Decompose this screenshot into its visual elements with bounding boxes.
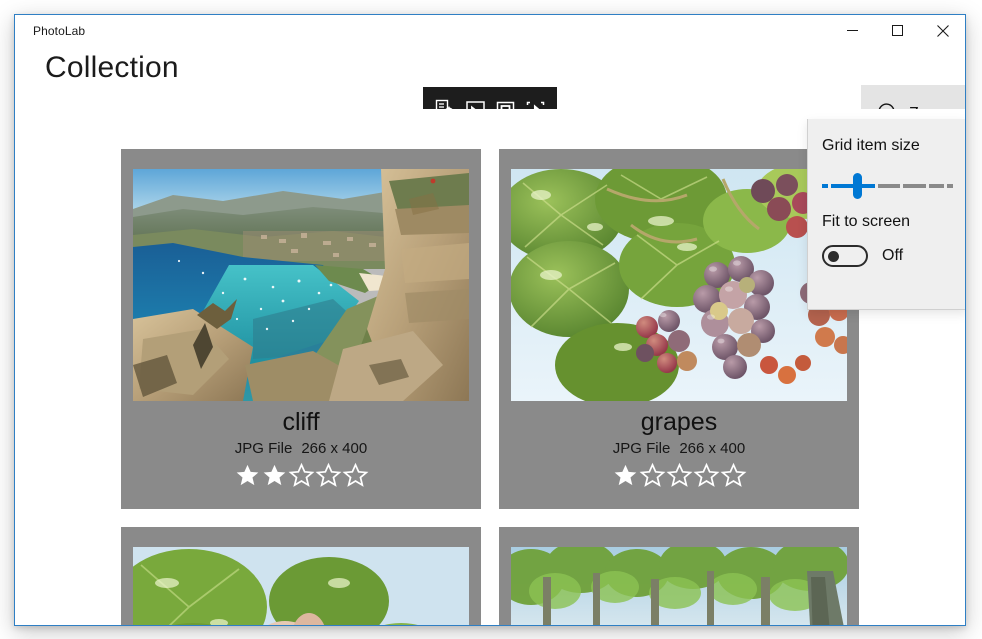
gallery-card-fourth[interactable] bbox=[499, 527, 859, 625]
cliff-coastline-photo bbox=[133, 169, 469, 401]
fit-to-screen-label: Fit to screen bbox=[822, 213, 911, 230]
grid-item-size-slider[interactable] bbox=[822, 173, 953, 199]
star-icon-empty[interactable] bbox=[693, 462, 720, 488]
gallery-card-grapes[interactable]: grapes JPG File 266 x 400 bbox=[499, 149, 859, 509]
fit-to-screen-toggle[interactable] bbox=[822, 245, 868, 267]
grid-item-size-label: Grid item size bbox=[822, 137, 920, 154]
card-dimensions: 266 x 400 bbox=[679, 440, 746, 457]
gallery-grid: cliff JPG File 266 x 400 grapes JPG File… bbox=[121, 149, 859, 625]
card-dimensions: 266 x 400 bbox=[301, 440, 368, 457]
card-subtitle: JPG File 266 x 400 bbox=[499, 438, 859, 460]
header-row: Collection bbox=[15, 46, 965, 142]
grapes-vine-photo bbox=[511, 169, 847, 401]
grapes-hand-photo bbox=[133, 547, 469, 625]
page-title: Collection bbox=[45, 51, 179, 84]
rating-stars[interactable] bbox=[121, 462, 481, 488]
close-button[interactable] bbox=[920, 15, 965, 46]
toggle-knob bbox=[828, 251, 839, 262]
fit-to-screen-row[interactable]: Off bbox=[822, 245, 952, 267]
desktop-background: PhotoLab Collection cliff JPG File 266 x… bbox=[0, 0, 982, 639]
card-title: cliff bbox=[282, 408, 320, 436]
star-icon-empty[interactable] bbox=[288, 462, 315, 488]
minimize-button[interactable] bbox=[830, 15, 875, 46]
slider-thumb[interactable] bbox=[853, 173, 862, 199]
slider-track[interactable] bbox=[822, 184, 953, 188]
star-icon-filled[interactable] bbox=[234, 462, 261, 488]
star-icon-empty[interactable] bbox=[666, 462, 693, 488]
star-icon-filled[interactable] bbox=[612, 462, 639, 488]
slider-tick-5 bbox=[947, 184, 953, 188]
fit-to-screen-state: Off bbox=[882, 247, 904, 264]
close-icon bbox=[936, 24, 949, 37]
zoom-flyout: Grid item size Fit to screen Off bbox=[807, 119, 965, 310]
minimize-icon bbox=[847, 30, 858, 31]
card-meta: grapes JPG File 266 x 400 bbox=[499, 407, 859, 488]
card-subtitle: JPG File 266 x 400 bbox=[121, 438, 481, 460]
caption-button-group bbox=[830, 15, 965, 46]
app-title: PhotoLab bbox=[33, 23, 86, 38]
title-bar[interactable]: PhotoLab bbox=[15, 15, 965, 46]
card-meta: cliff JPG File 266 x 400 bbox=[121, 407, 481, 488]
app-window: PhotoLab Collection cliff JPG File 266 x… bbox=[14, 14, 966, 626]
autumn-forest-path-photo bbox=[511, 547, 847, 625]
gallery-card-cliff[interactable]: cliff JPG File 266 x 400 bbox=[121, 149, 481, 509]
star-icon-empty[interactable] bbox=[342, 462, 369, 488]
slider-tick-3 bbox=[903, 184, 926, 188]
star-icon-empty[interactable] bbox=[720, 462, 747, 488]
maximize-button[interactable] bbox=[875, 15, 920, 46]
star-icon-empty[interactable] bbox=[315, 462, 342, 488]
slider-tick-0 bbox=[822, 184, 828, 188]
card-filetype: JPG File bbox=[612, 440, 671, 457]
rating-stars[interactable] bbox=[499, 462, 859, 488]
card-filetype: JPG File bbox=[234, 440, 293, 457]
card-title: grapes bbox=[640, 408, 718, 436]
gallery-card-third[interactable] bbox=[121, 527, 481, 625]
star-icon-filled[interactable] bbox=[261, 462, 288, 488]
slider-tick-4 bbox=[928, 184, 945, 188]
star-icon-empty[interactable] bbox=[639, 462, 666, 488]
slider-tick-2 bbox=[878, 184, 901, 188]
maximize-icon bbox=[892, 25, 903, 36]
